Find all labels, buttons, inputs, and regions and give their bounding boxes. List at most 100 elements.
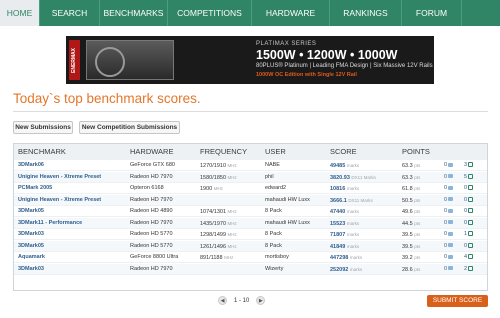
score-unit: marks xyxy=(349,255,363,260)
frequency-unit: MHz xyxy=(227,220,237,226)
frequency-value: 1270/1910 xyxy=(200,163,226,169)
table-row: 3DMark03 Radeon HD 7970 Wizerty 252092 mar… xyxy=(14,263,487,275)
comment-icon xyxy=(448,243,454,248)
score-value[interactable]: 71807 xyxy=(330,232,345,238)
header-points[interactable]: POINTS xyxy=(402,144,430,160)
submit-score-button[interactable]: SUBMIT SCORE xyxy=(427,295,488,307)
user-link[interactable]: 8 Pack xyxy=(265,241,330,252)
score-value[interactable]: 49485 xyxy=(330,163,345,169)
score-value[interactable]: 252092 xyxy=(330,267,348,273)
score-value[interactable]: 447298 xyxy=(330,255,348,261)
hardware-cell[interactable]: Radeon HD 7970 xyxy=(130,195,200,206)
benchmark-link[interactable]: 3DMark05 xyxy=(18,206,128,217)
likes-value: 0 xyxy=(464,242,468,249)
comments-value: 0 xyxy=(444,265,448,272)
frequency-cell: 891/1188 MHz xyxy=(200,252,262,264)
nav-rankings[interactable]: RANKINGS xyxy=(330,0,402,26)
table-header: BENCHMARK HARDWARE FREQUENCY USER SCORE … xyxy=(14,144,487,160)
hardware-cell[interactable]: GeForce GTX 680 xyxy=(130,160,200,171)
score-value[interactable]: 41849 xyxy=(330,244,345,250)
likes-value: 0 xyxy=(464,219,468,226)
comments-count[interactable]: 0 xyxy=(444,229,464,240)
likes-count[interactable]: 0 xyxy=(464,183,486,194)
hardware-cell[interactable]: Radeon HD 5770 xyxy=(130,241,200,252)
hardware-cell[interactable]: Radeon HD 7970 xyxy=(130,172,200,183)
tab-new-submissions[interactable]: New Submissions xyxy=(13,121,73,134)
table-row: 3DMark05 Radeon HD 4890 1074/1301 MHz 8 Pac… xyxy=(14,206,487,217)
nav-forum[interactable]: FORUM xyxy=(402,0,462,26)
user-link[interactable]: mahaudi HW Luxx xyxy=(265,195,330,206)
next-page-button[interactable]: ▶ xyxy=(256,296,266,305)
benchmark-link[interactable]: 3DMark03 xyxy=(18,229,128,240)
likes-count[interactable]: 2 xyxy=(464,264,486,275)
user-link[interactable]: 8 Pack xyxy=(265,206,330,217)
nav-competitions[interactable]: COMPETITIONS xyxy=(168,0,252,26)
likes-count[interactable]: 0 xyxy=(464,218,486,229)
ad-banner[interactable]: ENERMAX PLATIMAX SERIES 1500W • 1200W • … xyxy=(66,36,434,84)
comment-icon xyxy=(448,220,454,225)
nav-search[interactable]: SEARCH xyxy=(40,0,100,26)
comments-count[interactable]: 0 xyxy=(444,206,464,217)
likes-count[interactable]: 0 xyxy=(464,241,486,252)
user-link[interactable]: 8 Pack xyxy=(265,229,330,240)
comment-icon xyxy=(448,254,454,259)
header-frequency[interactable]: FREQUENCY xyxy=(200,144,247,160)
header-user[interactable]: USER xyxy=(265,144,286,160)
comments-count[interactable]: 0 xyxy=(444,195,464,206)
comments-value: 0 xyxy=(444,162,448,168)
hardware-cell[interactable]: Radeon HD 5770 xyxy=(130,229,200,240)
likes-count[interactable]: 3 xyxy=(464,160,486,171)
benchmark-link[interactable]: 3DMark11 - Performance xyxy=(18,218,128,229)
hardware-cell[interactable]: Opteron 6168 xyxy=(130,183,200,194)
likes-count[interactable]: 0 xyxy=(464,195,486,206)
comments-count[interactable]: 0 xyxy=(444,252,464,263)
header-hardware[interactable]: HARDWARE xyxy=(130,144,173,160)
likes-count[interactable]: 1 xyxy=(464,229,486,240)
hardware-cell[interactable]: Radeon HD 7970 xyxy=(130,218,200,229)
nav-hardware[interactable]: HARDWARE xyxy=(252,0,330,26)
likes-count[interactable]: 5 xyxy=(464,172,486,183)
benchmark-link[interactable]: 3DMark06 xyxy=(18,160,128,171)
benchmark-link[interactable]: Aquamark xyxy=(18,252,128,263)
user-link[interactable]: edward2 xyxy=(265,183,330,194)
hardware-cell[interactable]: GeForce 8800 Ultra xyxy=(130,252,200,263)
user-link[interactable]: NABE xyxy=(265,160,330,171)
likes-count[interactable]: 4 xyxy=(464,252,486,263)
comments-count[interactable]: 0 xyxy=(444,183,464,194)
nav-benchmarks[interactable]: BENCHMARKS xyxy=(100,0,168,26)
comments-count[interactable]: 0 xyxy=(444,241,464,252)
likes-count[interactable]: 0 xyxy=(464,206,486,217)
header-score[interactable]: SCORE xyxy=(330,144,357,160)
user-link[interactable]: mortisboy xyxy=(265,252,330,263)
user-link[interactable]: Wizerty xyxy=(265,264,330,275)
score-unit: DX11 Marks xyxy=(348,197,373,203)
points-unit: pts xyxy=(414,186,421,191)
benchmark-link[interactable]: 3DMark03 xyxy=(18,264,128,275)
score-value[interactable]: 47440 xyxy=(330,209,345,215)
hardware-cell[interactable]: Radeon HD 7970 xyxy=(130,264,200,275)
comments-count[interactable]: 0 xyxy=(444,218,464,229)
page-range: 1 - 10 xyxy=(234,297,250,304)
hardware-cell[interactable]: Radeon HD 4890 xyxy=(130,206,200,217)
score-value[interactable]: 3666.1 xyxy=(330,198,347,204)
user-link[interactable]: phil xyxy=(265,172,330,183)
nav-home[interactable]: HOME xyxy=(0,0,40,26)
user-link[interactable]: mahaudi HW Luxx xyxy=(265,218,330,229)
benchmark-link[interactable]: Unigine Heaven - Xtreme Preset xyxy=(18,172,128,183)
header-benchmark[interactable]: BENCHMARK xyxy=(18,144,66,160)
comments-count[interactable]: 0 xyxy=(444,264,464,275)
prev-page-button[interactable]: ◀ xyxy=(218,296,227,305)
comments-count[interactable]: 0 xyxy=(444,172,464,183)
tab-new-competition-submissions[interactable]: New Competition Submissions xyxy=(79,121,180,134)
score-value[interactable]: 15523 xyxy=(330,221,345,227)
frequency-unit: MHz xyxy=(213,186,224,191)
frequency-value: 1298/1499 xyxy=(200,232,226,238)
score-value[interactable]: 3820.93 xyxy=(330,175,350,181)
comments-count[interactable]: 0 xyxy=(444,160,464,171)
benchmark-link[interactable]: 3DMark05 xyxy=(18,241,128,252)
score-value[interactable]: 10816 xyxy=(330,186,345,192)
benchmark-link[interactable]: PCMark 2005 xyxy=(18,183,128,194)
score-cell: 447298 marks xyxy=(330,252,405,264)
benchmark-link[interactable]: Unigine Heaven - Xtreme Preset xyxy=(18,195,128,206)
score-unit: marks xyxy=(346,209,360,214)
